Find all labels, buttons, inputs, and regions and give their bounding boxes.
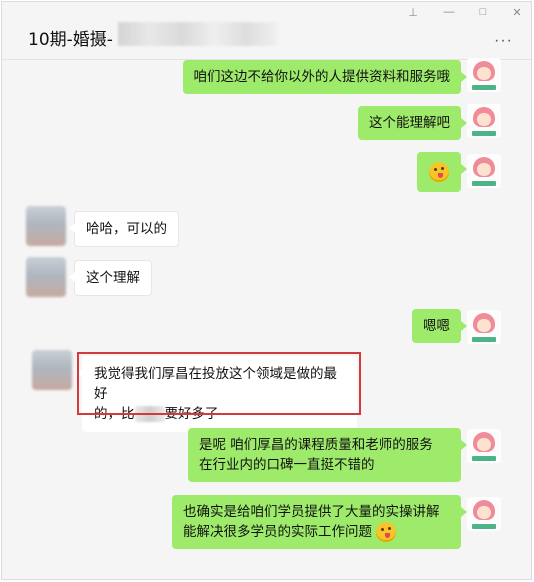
message-line: 也确实是给咱们学员提供了大量的实操讲解 [183, 504, 440, 520]
more-options-icon[interactable]: ··· [494, 32, 513, 50]
tongue-out-emoji-icon [429, 162, 449, 182]
message-line: 是呢 咱们厚昌的课程质量和老师的服务 [199, 437, 433, 453]
message-bubble-received[interactable]: 哈哈，可以的 [69, 211, 179, 247]
minimize-icon[interactable]: — [440, 6, 458, 18]
message-bubble-received[interactable]: 这个理解 [69, 260, 152, 296]
maximize-icon[interactable]: □ [474, 6, 492, 18]
message-bubble-sent[interactable] [417, 152, 467, 192]
chat-title: 10期-婚摄- [28, 30, 113, 50]
message-line: 在行业内的口碑一直挺不错的 [199, 457, 375, 473]
my-avatar[interactable] [467, 497, 501, 531]
contact-avatar[interactable] [26, 257, 66, 297]
message-bubble-received[interactable]: 我觉得我们厚昌在投放这个领域是做的最好 的，比 要好多了 [77, 356, 357, 432]
message-bubble-sent[interactable]: 是呢 咱们厚昌的课程质量和老师的服务 在行业内的口碑一直挺不错的 [188, 428, 467, 482]
redacted-title-area [118, 22, 278, 46]
title-bar: 10期-婚摄- ⊥ — □ ✕ ··· [2, 2, 531, 60]
message-bubble-sent[interactable]: 咱们这边不给你以外的人提供资料和服务哦 [182, 60, 467, 94]
my-avatar[interactable] [467, 58, 501, 92]
chat-window: 10期-婚摄- ⊥ — □ ✕ ··· 咱们这边不给你以外的人提供资料和服务哦 … [1, 1, 532, 580]
tongue-out-emoji-icon [376, 522, 397, 542]
message-bubble-sent[interactable]: 这个能理解吧 [358, 106, 467, 140]
contact-avatar[interactable] [32, 350, 72, 390]
my-avatar[interactable] [467, 310, 501, 344]
my-avatar[interactable] [467, 154, 501, 188]
message-bubble-sent[interactable]: 也确实是给咱们学员提供了大量的实操讲解 能解决很多学员的实际工作问题 [172, 495, 467, 549]
my-avatar[interactable] [467, 104, 501, 138]
contact-avatar[interactable] [26, 206, 66, 246]
redacted-name [134, 406, 165, 422]
message-list[interactable]: 咱们这边不给你以外的人提供资料和服务哦 这个能理解吧 哈哈，可以的 这个理解 嗯… [2, 58, 531, 578]
my-avatar[interactable] [467, 429, 501, 463]
close-icon[interactable]: ✕ [508, 6, 526, 19]
message-line: 的，比 要好多了 [94, 406, 219, 422]
message-line: 能解决很多学员的实际工作问题 [183, 522, 450, 542]
pin-icon[interactable]: ⊥ [404, 6, 422, 19]
message-bubble-sent[interactable]: 嗯嗯 [412, 309, 467, 343]
message-line: 我觉得我们厚昌在投放这个领域是做的最好 [94, 366, 337, 402]
